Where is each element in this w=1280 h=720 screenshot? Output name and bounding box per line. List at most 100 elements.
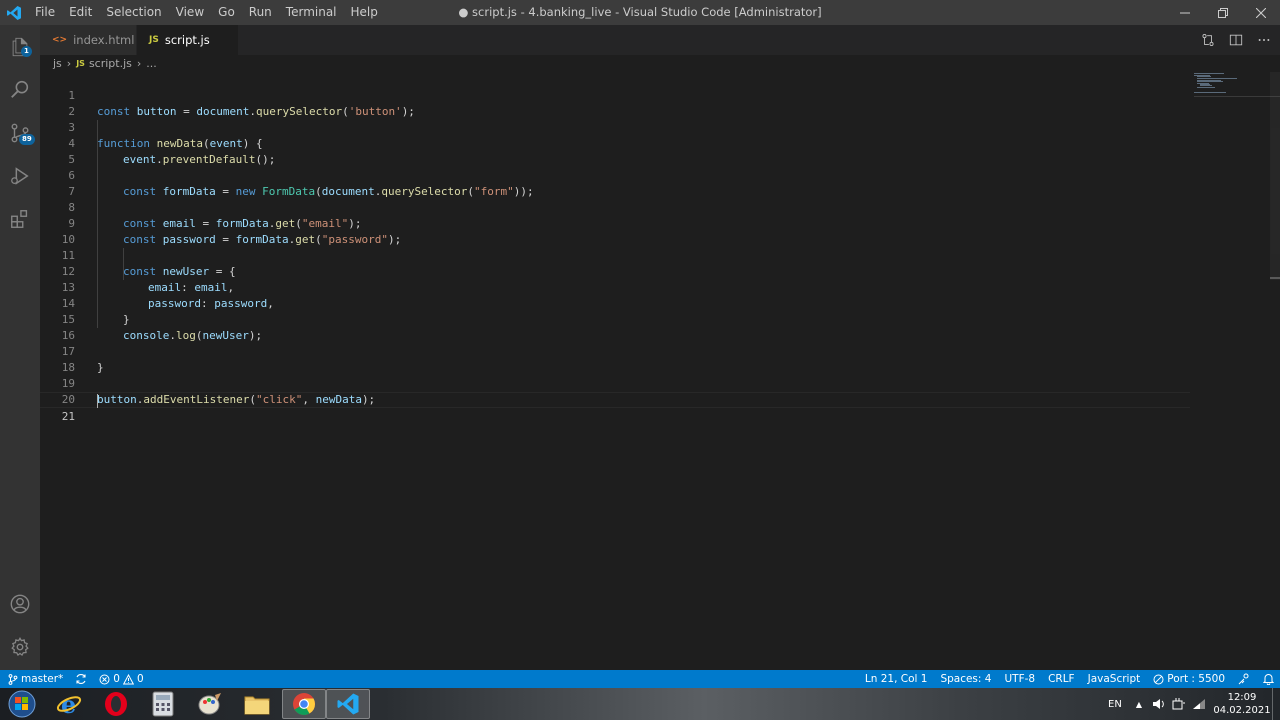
code-editor[interactable]: 1 const button = document.querySelector(… — [40, 72, 1280, 670]
close-button[interactable] — [1242, 0, 1280, 25]
explorer-button[interactable]: 1 — [0, 27, 40, 67]
network-signal-icon[interactable] — [1192, 698, 1206, 710]
taskbar-file-explorer[interactable] — [235, 689, 279, 719]
taskbar-opera[interactable] — [94, 689, 138, 719]
minimize-icon — [1180, 12, 1190, 13]
windows-taskbar: e EN ▲ 12:09 04.02.2021 — [0, 688, 1280, 720]
internet-explorer-icon: e — [56, 691, 82, 717]
tab-index-html[interactable]: <> index.html — [40, 25, 137, 55]
code-line: 18 — [40, 344, 1190, 374]
git-branch-status[interactable]: master* — [8, 673, 63, 685]
status-bar: master* 0 0 Ln 21, Col 1 Spaces: 4 UTF-8… — [0, 670, 1280, 688]
text-cursor — [97, 394, 98, 408]
manage-button[interactable] — [0, 627, 40, 667]
tab-label: script.js — [164, 33, 210, 47]
code-line: 14 } — [40, 280, 1190, 326]
taskbar-clock[interactable]: 12:09 04.02.2021 — [1212, 691, 1272, 717]
html-file-icon: <> — [52, 35, 68, 45]
power-plug-icon[interactable] — [1172, 698, 1186, 710]
git-branch-icon — [8, 673, 18, 685]
warning-icon — [122, 673, 134, 684]
error-count: 0 — [113, 673, 120, 685]
code-line: 5 — [40, 136, 1190, 166]
open-changes-button[interactable] — [1200, 32, 1216, 48]
show-hidden-icons-icon[interactable]: ▲ — [1136, 700, 1142, 709]
feedback-button[interactable] — [1238, 673, 1250, 685]
cursor-position[interactable]: Ln 21, Col 1 — [865, 673, 928, 685]
code-line: 19 button.addEventListener("click", newD… — [40, 360, 1190, 406]
code-line: 10 — [40, 216, 1190, 246]
explorer-badge: 1 — [21, 46, 32, 57]
port-label: Port : 5500 — [1167, 673, 1225, 685]
tab-script-js[interactable]: JS script.js — [137, 25, 239, 55]
indentation[interactable]: Spaces: 4 — [940, 673, 991, 685]
start-button[interactable] — [0, 689, 44, 719]
code-line: 11 const newUser = { — [40, 232, 1190, 278]
taskbar-paint[interactable] — [188, 689, 232, 719]
end-of-line[interactable]: CRLF — [1048, 673, 1075, 685]
code-line: 3 function newData(event) { — [40, 104, 1190, 150]
menu-edit[interactable]: Edit — [62, 0, 99, 25]
menu-selection[interactable]: Selection — [99, 0, 168, 25]
run-debug-button[interactable] — [0, 156, 40, 196]
notifications-button[interactable] — [1263, 673, 1274, 685]
breadcrumb-folder[interactable]: js — [53, 57, 62, 70]
code-line: 1 const button = document.querySelector(… — [40, 72, 1190, 118]
chevron-right-icon: › — [136, 57, 142, 70]
code-line-current: 21 — [40, 392, 1190, 423]
restore-button[interactable] — [1204, 0, 1242, 25]
taskbar-vscode[interactable] — [326, 689, 370, 719]
split-editor-icon — [1229, 34, 1243, 46]
code-line: 16 — [40, 312, 1190, 342]
code-line: 7 — [40, 168, 1190, 198]
svg-text:e: e — [61, 691, 76, 717]
taskbar-chrome[interactable] — [282, 689, 326, 719]
input-language[interactable]: EN — [1108, 699, 1122, 710]
problems-status[interactable]: 0 0 — [99, 673, 144, 685]
minimize-button[interactable] — [1166, 0, 1204, 25]
menu-run[interactable]: Run — [242, 0, 279, 25]
run-debug-icon — [11, 167, 29, 185]
source-control-button[interactable]: 89 — [0, 113, 40, 153]
folder-icon — [244, 696, 270, 715]
speaker-icon[interactable] — [1152, 698, 1166, 710]
split-editor-button[interactable] — [1228, 32, 1244, 48]
circle-slash-icon — [1153, 674, 1164, 684]
code-line: 13 password: password, — [40, 264, 1190, 310]
taskbar-internet-explorer[interactable]: e — [47, 689, 91, 719]
windows-start-icon — [8, 690, 36, 718]
extensions-button[interactable] — [0, 199, 40, 239]
menu-view[interactable]: View — [169, 0, 211, 25]
vscode-logo-icon — [0, 0, 28, 25]
menu-terminal[interactable]: Terminal — [279, 0, 344, 25]
file-encoding[interactable]: UTF-8 — [1004, 673, 1035, 685]
show-desktop-button[interactable] — [1272, 688, 1280, 720]
language-mode[interactable]: JavaScript — [1088, 673, 1141, 685]
menu-bar: File Edit Selection View Go Run Terminal… — [28, 0, 385, 25]
warning-count: 0 — [136, 673, 144, 685]
feedback-person-icon — [1238, 673, 1249, 685]
menu-file[interactable]: File — [28, 0, 62, 25]
taskbar-calculator[interactable] — [141, 689, 185, 719]
menu-help[interactable]: Help — [344, 0, 385, 25]
more-actions-button[interactable] — [1256, 32, 1272, 48]
search-button[interactable] — [0, 69, 40, 109]
breadcrumb-file[interactable]: script.js — [89, 57, 132, 70]
extensions-icon — [11, 210, 28, 228]
accounts-button[interactable] — [0, 584, 40, 624]
opera-icon — [105, 692, 127, 716]
live-server-port[interactable]: Port : 5500 — [1153, 673, 1225, 685]
js-file-icon: JS — [76, 59, 85, 68]
menu-go[interactable]: Go — [211, 0, 242, 25]
activity-bar: 1 89 — [0, 25, 40, 670]
minimap[interactable] — [1190, 72, 1280, 112]
code-line: 9 const password = formData.get("passwor… — [40, 200, 1190, 246]
sync-button[interactable] — [75, 673, 87, 685]
calculator-icon — [152, 691, 174, 717]
breadcrumb-symbol[interactable]: ... — [146, 57, 157, 70]
editor-tabs: <> index.html JS script.js — [40, 25, 1280, 55]
chevron-right-icon: › — [66, 57, 72, 70]
scm-badge: 89 — [19, 134, 35, 145]
vscode-icon — [337, 693, 359, 715]
editor-scrollbar[interactable] — [1270, 72, 1280, 280]
